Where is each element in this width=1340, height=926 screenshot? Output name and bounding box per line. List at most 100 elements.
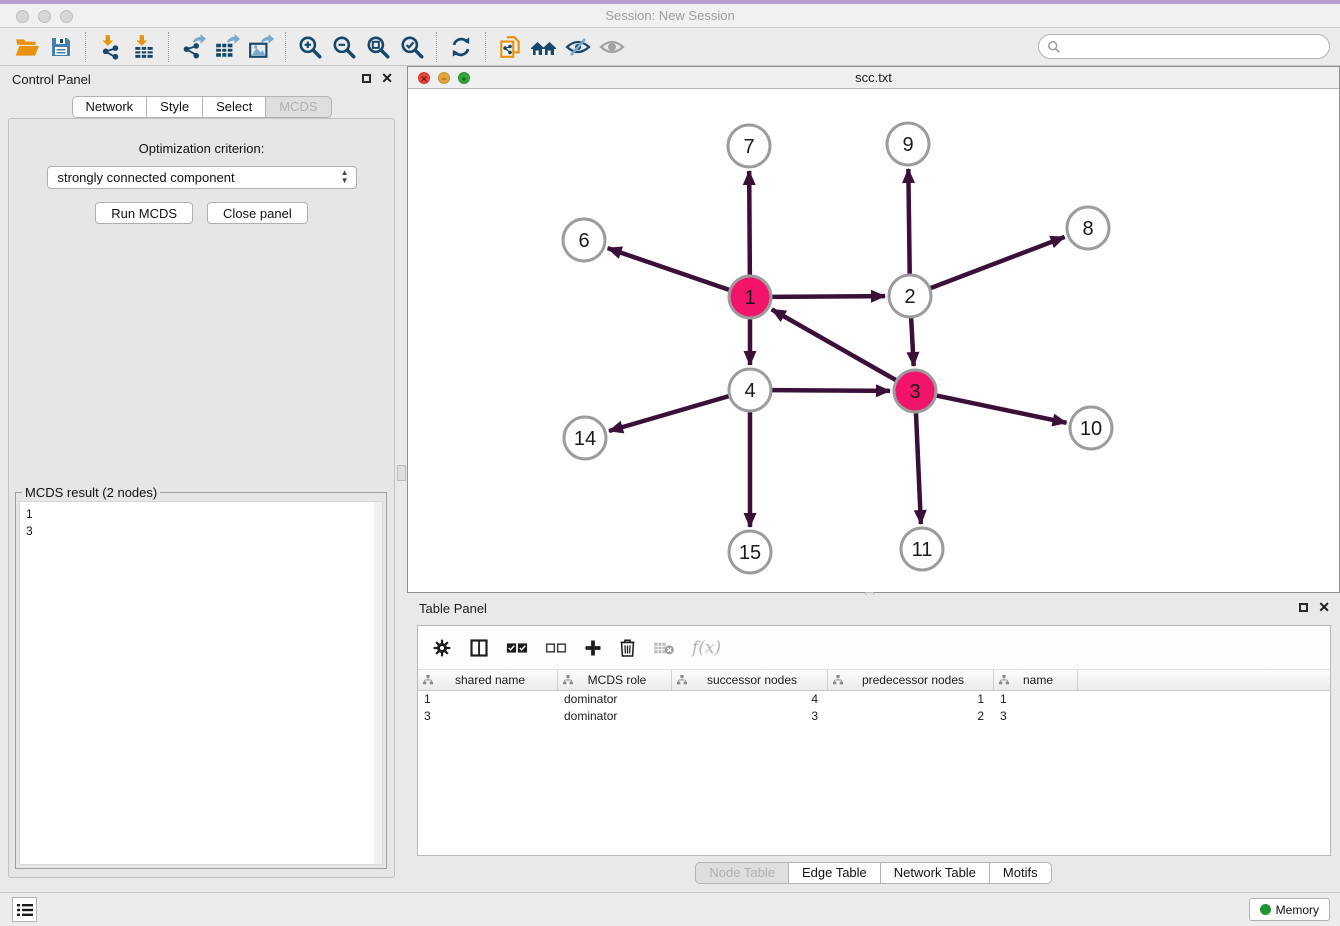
column-header-shared-name[interactable]: shared name — [418, 670, 558, 690]
table-cell[interactable]: dominator — [558, 691, 672, 708]
zoom-fit-icon — [365, 34, 391, 60]
zoom-in-icon — [297, 34, 323, 60]
mcds-tab-content: Optimization criterion: strongly connect… — [8, 118, 395, 878]
show-graphics-details-button[interactable] — [595, 31, 629, 63]
tab-motifs[interactable]: Motifs — [989, 862, 1052, 884]
search-input[interactable] — [1065, 37, 1329, 57]
table-row[interactable]: 3dominator323 — [418, 708, 1330, 725]
graph-edge-1-7[interactable] — [749, 171, 750, 275]
graph-edge-3-11[interactable] — [916, 413, 921, 524]
graph-node-label-3: 3 — [909, 381, 920, 403]
import-network-button[interactable] — [93, 31, 127, 63]
export-image-button[interactable] — [244, 31, 278, 63]
export-image-icon — [248, 34, 274, 60]
network-canvas[interactable]: 1234678910111415 — [408, 89, 1338, 591]
function-builder-button[interactable]: f(x) — [692, 638, 721, 658]
graph-edge-1-2[interactable] — [772, 296, 885, 297]
graph-node-label-11: 11 — [912, 539, 933, 561]
column-header-predecessor-nodes[interactable]: predecessor nodes — [828, 670, 994, 690]
zoom-selected-button[interactable] — [395, 31, 429, 63]
delete-table-button[interactable] — [653, 640, 675, 656]
table-cell[interactable]: 1 — [418, 691, 558, 708]
table-cell[interactable]: 1 — [828, 691, 994, 708]
table-cell[interactable]: 3 — [994, 708, 1078, 725]
table-cell[interactable]: dominator — [558, 708, 672, 725]
graph-edge-3-1[interactable] — [772, 309, 896, 380]
result-scrollbar[interactable] — [374, 502, 382, 864]
toolbar-separator — [285, 32, 286, 62]
zoom-in-button[interactable] — [293, 31, 327, 63]
toolbar-separator — [436, 32, 437, 62]
graph-node-label-2: 2 — [904, 286, 915, 308]
zoom-fit-button[interactable] — [361, 31, 395, 63]
close-panel-icon[interactable]: ✕ — [381, 72, 393, 84]
control-panel: Control Panel ✕ NetworkStyleSelectMCDS O… — [0, 66, 403, 892]
table-panel-header: Table Panel ✕ — [407, 595, 1340, 622]
export-network-button[interactable] — [176, 31, 210, 63]
column-header-MCDS-role[interactable]: MCDS role — [558, 670, 672, 690]
table-cell[interactable]: 3 — [672, 708, 828, 725]
graph-edge-1-6[interactable] — [608, 248, 730, 290]
column-header-successor-nodes[interactable]: successor nodes — [672, 670, 828, 690]
refresh-view-button[interactable] — [444, 31, 478, 63]
memory-button[interactable]: Memory — [1249, 898, 1330, 921]
table-cell[interactable]: 2 — [828, 708, 994, 725]
toggle-columns-button[interactable] — [469, 638, 489, 658]
search-icon — [1047, 40, 1061, 54]
add-row-button[interactable] — [584, 639, 602, 657]
float-table-panel-icon[interactable] — [1299, 603, 1308, 612]
tab-network[interactable]: Network — [71, 96, 147, 118]
mcds-result-textarea[interactable]: 13 — [19, 501, 383, 865]
graph-edge-3-10[interactable] — [937, 396, 1067, 423]
window-titlebar[interactable]: Session: New Session — [0, 4, 1340, 28]
table-cell[interactable]: 1 — [994, 691, 1078, 708]
panel-splitter-handle[interactable] — [397, 465, 406, 481]
import-table-icon — [131, 34, 157, 60]
tab-mcds[interactable]: MCDS — [265, 96, 331, 118]
close-table-panel-icon[interactable]: ✕ — [1318, 601, 1330, 613]
tab-edge-table[interactable]: Edge Table — [788, 862, 881, 884]
table-cell[interactable]: 3 — [418, 708, 558, 725]
delete-row-button[interactable] — [619, 638, 636, 657]
mcds-result-title: MCDS result (2 nodes) — [22, 485, 160, 500]
import-network-icon — [97, 34, 123, 60]
mcds-result-group: MCDS result (2 nodes) 13 — [15, 492, 387, 869]
tab-network-table[interactable]: Network Table — [880, 862, 990, 884]
network-window-titlebar[interactable]: ✕ − + scc.txt — [408, 67, 1339, 89]
application-window: Session: New Session — [0, 0, 1340, 926]
graph-edge-2-9[interactable] — [908, 169, 909, 274]
close-panel-button[interactable]: Close panel — [207, 202, 308, 224]
graph-edge-4-3[interactable] — [772, 390, 890, 391]
task-history-button[interactable] — [12, 897, 37, 922]
hide-graphics-details-button[interactable] — [561, 31, 595, 63]
export-table-button[interactable] — [210, 31, 244, 63]
tab-node-table[interactable]: Node Table — [695, 862, 789, 884]
save-session-button[interactable] — [44, 31, 78, 63]
deselect-all-button[interactable] — [545, 641, 567, 655]
table-toolbar: f(x) — [418, 626, 1330, 670]
search-field[interactable] — [1038, 34, 1330, 59]
zoom-out-button[interactable] — [327, 31, 361, 63]
graph-edge-4-14[interactable] — [609, 396, 729, 431]
criterion-dropdown[interactable]: strongly connected component ▲▼ — [47, 166, 357, 189]
tab-select[interactable]: Select — [202, 96, 266, 118]
graph-edge-2-8[interactable] — [931, 237, 1065, 288]
column-header-name[interactable]: name — [994, 670, 1078, 690]
clone-network-button[interactable] — [493, 31, 527, 63]
float-panel-icon[interactable] — [362, 74, 371, 83]
settings-gear-button[interactable] — [432, 638, 452, 658]
import-table-button[interactable] — [127, 31, 161, 63]
control-panel-header: Control Panel ✕ — [0, 66, 403, 93]
run-mcds-button[interactable]: Run MCDS — [95, 202, 193, 224]
graph-edge-2-3[interactable] — [911, 318, 914, 366]
plus-icon — [584, 639, 602, 657]
graph-node-label-6: 6 — [578, 230, 589, 252]
trash-icon — [619, 638, 636, 657]
open-in-cybrowser-button[interactable] — [527, 31, 561, 63]
table-cell[interactable]: 4 — [672, 691, 828, 708]
select-all-button[interactable] — [506, 641, 528, 655]
tab-style[interactable]: Style — [146, 96, 203, 118]
graph-node-label-9: 9 — [902, 134, 913, 156]
open-session-button[interactable] — [10, 31, 44, 63]
table-row[interactable]: 1dominator411 — [418, 691, 1330, 708]
